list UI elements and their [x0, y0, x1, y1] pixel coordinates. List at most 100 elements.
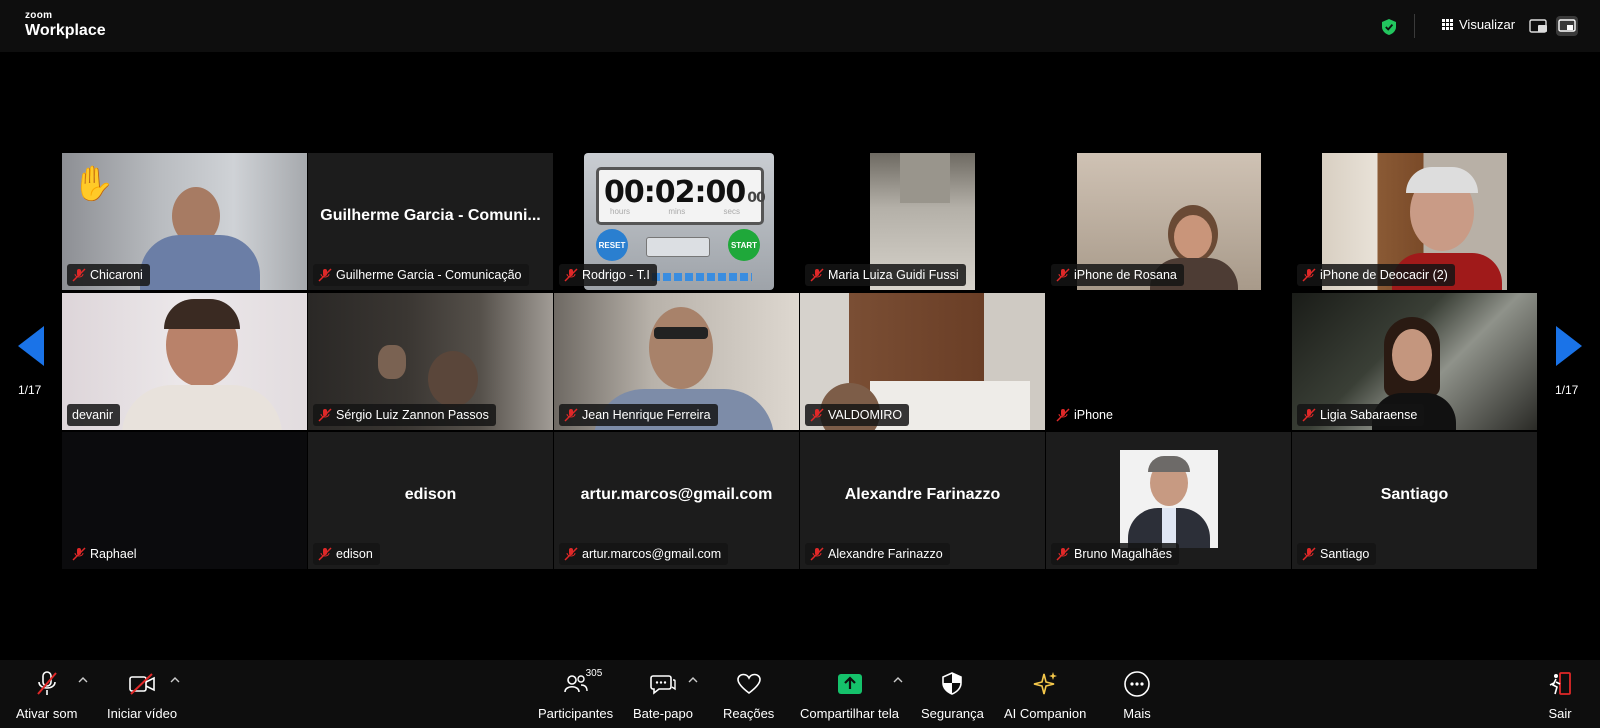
video-tile-devanir[interactable]: devanir — [62, 293, 307, 430]
muted-mic-icon — [810, 408, 824, 422]
participant-name: edison — [336, 547, 373, 561]
participant-name: Jean Henrique Ferreira — [582, 408, 711, 422]
muted-mic-icon — [318, 268, 332, 282]
video-tile-valdomiro[interactable]: VALDOMIRO — [800, 293, 1045, 430]
participant-name-tag: iPhone — [1051, 404, 1120, 426]
video-tile-guilherme[interactable]: Guilherme Garcia - Comuni... Guilherme G… — [308, 153, 553, 290]
muted-mic-icon — [1056, 547, 1070, 561]
participant-display-name: Guilherme Garcia - Comuni... — [320, 207, 541, 224]
participant-name: Santiago — [1320, 547, 1370, 561]
chat-label: Bate-papo — [633, 706, 693, 721]
video-tile-alexandre[interactable]: Alexandre Farinazzo Alexandre Farinazzo — [800, 432, 1045, 569]
view-button[interactable]: Visualizar — [1442, 17, 1515, 32]
muted-mic-icon — [318, 547, 332, 561]
video-tile-rosana[interactable]: iPhone de Rosana — [1046, 153, 1291, 290]
start-video-button[interactable]: Iniciar vídeo — [107, 670, 177, 721]
picture-in-picture-icon[interactable] — [1528, 16, 1550, 36]
participant-name: Alexandre Farinazzo — [828, 547, 943, 561]
participant-name: Maria Luiza Guidi Fussi — [828, 268, 959, 282]
participant-display-name: Alexandre Farinazzo — [844, 486, 1001, 503]
muted-mic-icon — [1302, 268, 1316, 282]
video-options-chevron-icon[interactable] — [170, 676, 180, 684]
participant-name: Bruno Magalhães — [1074, 547, 1172, 561]
reactions-label: Reações — [723, 706, 775, 721]
video-tile-edison[interactable]: edison edison — [308, 432, 553, 569]
muted-mic-icon — [72, 268, 86, 282]
video-tile-jean[interactable]: Jean Henrique Ferreira — [554, 293, 799, 430]
page-indicator-right: 1/17 — [1555, 383, 1579, 397]
participant-name-tag: Rodrigo - T.I — [559, 264, 657, 286]
participant-display-name: edison — [404, 486, 457, 503]
heart-icon — [736, 673, 761, 695]
participant-name-tag: devanir — [67, 404, 120, 426]
participant-name-tag: Raphael — [67, 543, 144, 565]
chat-options-chevron-icon[interactable] — [688, 676, 698, 684]
next-page-arrow-icon[interactable] — [1554, 326, 1582, 366]
participant-name-tag: VALDOMIRO — [805, 404, 910, 426]
participant-name: Sérgio Luiz Zannon Passos — [336, 408, 489, 422]
reactions-button[interactable]: Reações — [723, 670, 774, 721]
top-bar: zoom Workplace Visualizar — [0, 0, 1600, 52]
audio-options-chevron-icon[interactable] — [78, 676, 88, 684]
muted-mic-icon — [1056, 268, 1070, 282]
muted-mic-icon — [810, 547, 824, 561]
video-off-icon — [129, 673, 155, 695]
video-tile-sergio[interactable]: Sérgio Luiz Zannon Passos — [308, 293, 553, 430]
muted-mic-icon — [564, 268, 578, 282]
video-tile-iphone[interactable]: iPhone — [1046, 293, 1291, 430]
more-button[interactable]: Mais — [1123, 670, 1151, 721]
video-tile-rodrigo[interactable]: 00:02:00 00 hours mins secs RESET START Rod… — [554, 153, 799, 290]
participant-name: artur.marcos@gmail.com — [582, 547, 722, 561]
more-label: Mais — [1123, 706, 1151, 721]
participants-button[interactable]: 305 Participantes — [538, 668, 613, 721]
video-tile-ligia[interactable]: Ligia Sabaraense — [1292, 293, 1537, 430]
encryption-shield-icon[interactable] — [1382, 19, 1396, 35]
unmute-button[interactable]: Ativar som — [16, 670, 77, 721]
participant-name: iPhone de Rosana — [1074, 268, 1177, 282]
chat-button[interactable]: Bate-papo — [633, 670, 693, 721]
video-tile-chicaroni[interactable]: ✋ Chicaroni — [62, 153, 307, 290]
ai-companion-label: AI Companion — [1004, 706, 1087, 721]
participant-name-tag: artur.marcos@gmail.com — [559, 543, 729, 565]
timer-reset-button: RESET — [596, 229, 628, 261]
video-tile-deocacir[interactable]: iPhone de Deocacir (2) — [1292, 153, 1537, 290]
participant-name-tag: Chicaroni — [67, 264, 150, 286]
share-screen-label: Compartilhar tela — [800, 706, 899, 721]
raised-hand-icon: ✋ — [72, 165, 115, 203]
muted-mic-icon — [810, 268, 824, 282]
participant-name-tag: Alexandre Farinazzo — [805, 543, 950, 565]
participant-name-tag: edison — [313, 543, 380, 565]
muted-mic-icon — [318, 408, 332, 422]
video-tile-artur[interactable]: artur.marcos@gmail.com artur.marcos@gmai… — [554, 432, 799, 569]
share-screen-button[interactable]: Compartilhar tela — [800, 670, 899, 721]
share-options-chevron-icon[interactable] — [893, 676, 903, 684]
share-screen-icon — [837, 674, 862, 694]
leave-button[interactable]: Sair — [1546, 670, 1574, 721]
timer-unit: secs — [723, 207, 740, 216]
meeting-toolbar: Ativar som Iniciar vídeo 305 Participant… — [0, 660, 1600, 728]
video-tile-raphael[interactable]: Raphael — [62, 432, 307, 569]
muted-mic-icon — [1302, 408, 1316, 422]
participant-name: Guilherme Garcia - Comunicação — [336, 268, 522, 282]
security-shield-icon — [942, 672, 963, 695]
participant-name: iPhone — [1074, 408, 1113, 422]
participant-name-tag: Jean Henrique Ferreira — [559, 404, 718, 426]
fullscreen-icon[interactable] — [1556, 16, 1578, 36]
timer-display: 00:02:00 00 — [604, 175, 766, 210]
security-label: Segurança — [921, 706, 984, 721]
participants-count: 305 — [585, 668, 603, 679]
participant-name-tag: iPhone de Deocacir (2) — [1297, 264, 1455, 286]
previous-page-arrow-icon[interactable] — [18, 326, 46, 366]
video-tile-santiago[interactable]: Santiago Santiago — [1292, 432, 1537, 569]
logo-big-text: Workplace — [25, 22, 106, 39]
ai-companion-button[interactable]: AI Companion — [1004, 670, 1086, 721]
video-tile-bruno[interactable]: Bruno Magalhães — [1046, 432, 1291, 569]
video-tile-maria-luiza[interactable]: Maria Luiza Guidi Fussi — [800, 153, 1045, 290]
muted-mic-icon — [72, 547, 86, 561]
participant-name-tag: Ligia Sabaraense — [1297, 404, 1425, 426]
participant-name-tag: Santiago — [1297, 543, 1377, 565]
security-button[interactable]: Segurança — [921, 670, 984, 721]
chat-icon — [650, 675, 676, 695]
participant-name-tag: Bruno Magalhães — [1051, 543, 1179, 565]
participant-display-name: Santiago — [1380, 486, 1449, 503]
